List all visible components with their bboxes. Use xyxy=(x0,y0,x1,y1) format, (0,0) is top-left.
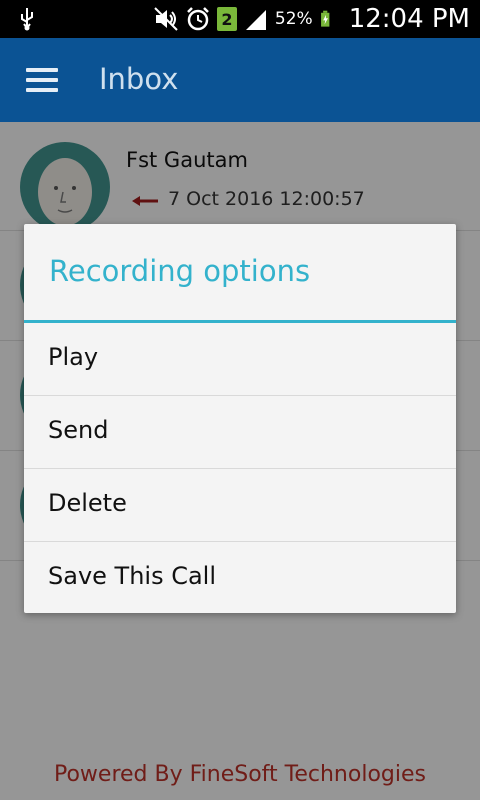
option-label: Play xyxy=(48,343,99,371)
app-bar: Inbox xyxy=(0,38,480,122)
option-save-this-call[interactable]: Save This Call xyxy=(24,542,456,614)
status-icons: 2 52% 12:04 PM xyxy=(153,0,470,38)
option-label: Save This Call xyxy=(48,562,217,590)
option-delete[interactable]: Delete xyxy=(24,469,456,542)
clock: 12:04 PM xyxy=(348,4,470,34)
usb-icon xyxy=(21,8,33,31)
battery-percentage: 52% xyxy=(274,9,313,29)
option-send[interactable]: Send xyxy=(24,396,456,469)
option-play[interactable]: Play xyxy=(24,323,456,396)
signal-icon xyxy=(245,10,266,30)
dialog-title: Recording options xyxy=(49,254,311,288)
page-title: Inbox xyxy=(99,62,179,96)
battery-charging-icon xyxy=(320,10,330,27)
alarm-icon xyxy=(187,7,209,31)
sim-icon: 2 xyxy=(216,7,237,31)
option-label: Delete xyxy=(48,489,127,517)
option-label: Send xyxy=(48,416,109,444)
status-bar: 2 52% 12:04 PM xyxy=(0,0,480,38)
recording-options-dialog: Recording options Play Send Delete Save … xyxy=(24,224,456,613)
hamburger-menu-icon[interactable] xyxy=(26,68,58,92)
mute-icon xyxy=(154,7,178,31)
